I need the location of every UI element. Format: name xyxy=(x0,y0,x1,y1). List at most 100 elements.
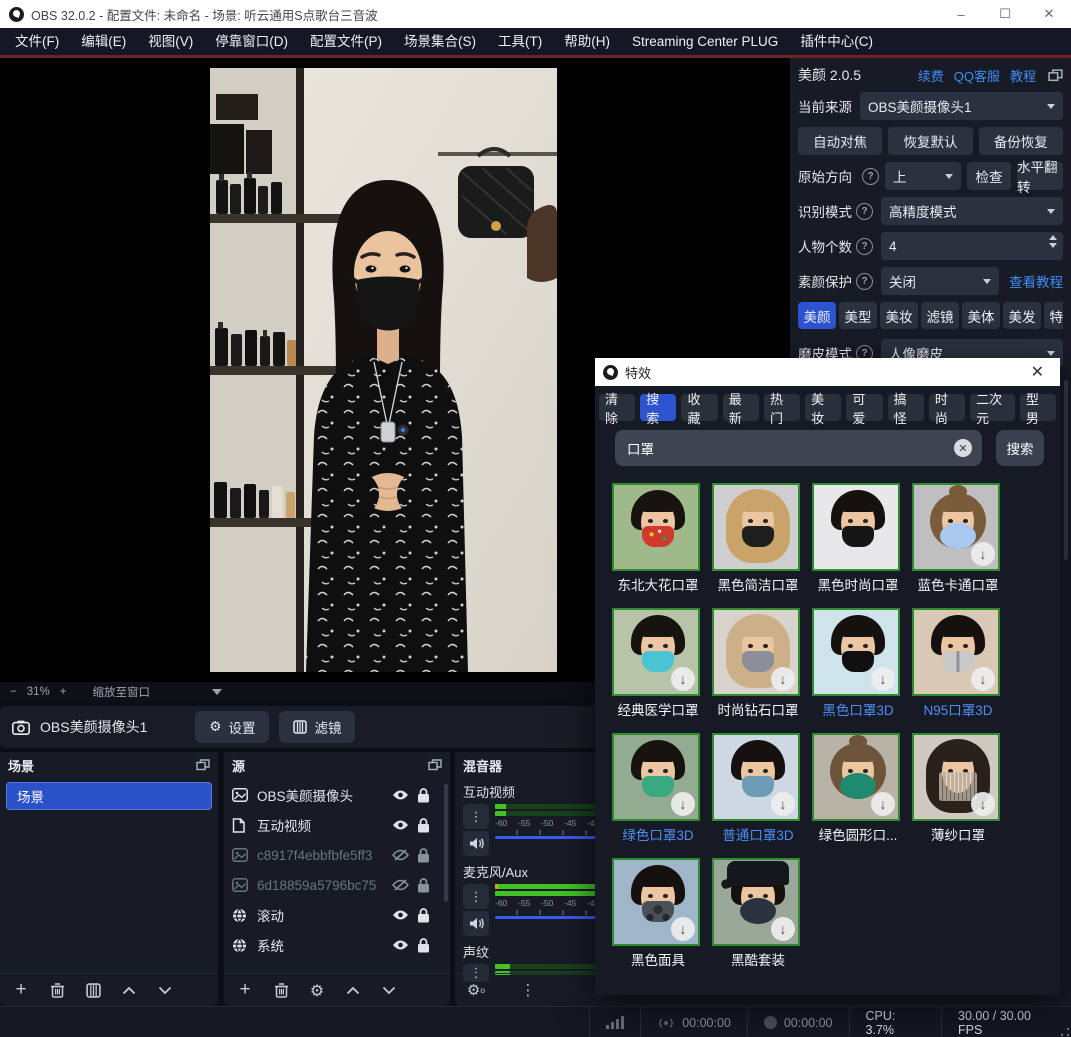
effects-tab-搞怪[interactable]: 搞怪 xyxy=(888,394,924,421)
source-up-button[interactable] xyxy=(344,981,362,999)
orientation-select[interactable]: 上 xyxy=(885,162,961,190)
download-icon[interactable]: ↓ xyxy=(871,792,895,816)
menu-item[interactable]: 工具(T) xyxy=(487,28,553,55)
effect-item[interactable]: 黑色简洁口罩 xyxy=(712,483,804,594)
sources-scrollbar[interactable] xyxy=(444,784,448,902)
source-row[interactable]: 系统 xyxy=(224,930,442,960)
source-row[interactable]: OBS美颜摄像头 xyxy=(224,780,442,810)
flip-horizontal-button[interactable]: 水平翻转 xyxy=(1017,162,1063,190)
menu-item[interactable]: Streaming Center PLUG xyxy=(621,28,789,55)
source-row[interactable]: 滚动 xyxy=(224,900,442,930)
effects-tab-二次元[interactable]: 二次元 xyxy=(970,394,1015,421)
resize-grip[interactable] xyxy=(1061,1028,1069,1036)
visibility-eye-off-icon[interactable] xyxy=(392,849,409,861)
beauty-tab-美体[interactable]: 美体 xyxy=(962,302,1000,329)
zoom-fit-caret-icon[interactable] xyxy=(212,689,222,695)
menu-item[interactable]: 编辑(E) xyxy=(70,28,137,55)
person-count-stepper[interactable]: 4 xyxy=(881,232,1063,260)
lock-icon[interactable] xyxy=(417,818,434,833)
add-scene-button[interactable]: + xyxy=(12,981,30,999)
effect-item[interactable]: ↓薄纱口罩 xyxy=(912,733,1004,844)
effects-search-input[interactable]: 口罩 ✕ xyxy=(615,430,982,466)
effect-item[interactable]: ↓绿色口罩3D xyxy=(612,733,704,844)
effect-item[interactable]: ↓黑酷套装 xyxy=(712,858,804,969)
scene-up-button[interactable] xyxy=(120,981,138,999)
beauty-tab-滤镜[interactable]: 滤镜 xyxy=(921,302,959,329)
menu-item[interactable]: 配置文件(P) xyxy=(299,28,393,55)
clear-search-icon[interactable]: ✕ xyxy=(954,439,972,457)
effects-tab-美妆[interactable]: 美妆 xyxy=(805,394,841,421)
visibility-eye-off-icon[interactable] xyxy=(392,879,409,891)
download-icon[interactable]: ↓ xyxy=(671,792,695,816)
popout-icon[interactable] xyxy=(428,759,442,771)
beauty-scrollbar[interactable] xyxy=(1064,380,1068,560)
help-icon[interactable]: ? xyxy=(856,273,873,290)
effect-item[interactable]: ↓经典医学口罩 xyxy=(612,608,704,719)
effect-item[interactable]: ↓黑色口罩3D xyxy=(812,608,904,719)
effects-tab-热门[interactable]: 热门 xyxy=(764,394,800,421)
minimize-button[interactable]: – xyxy=(939,0,983,28)
qq-support-link[interactable]: QQ客服 xyxy=(954,66,1000,85)
effect-item[interactable]: 东北大花口罩 xyxy=(612,483,704,594)
help-icon[interactable]: ? xyxy=(862,168,879,185)
maximize-button[interactable]: ☐ xyxy=(983,0,1027,28)
remove-source-button[interactable] xyxy=(272,981,290,999)
menu-item[interactable]: 场景集合(S) xyxy=(393,28,487,55)
source-row[interactable]: 互动视频 xyxy=(224,810,442,840)
visibility-eye-icon[interactable] xyxy=(392,789,409,801)
popout-icon[interactable] xyxy=(196,759,210,771)
scene-item-selected[interactable]: 场景 xyxy=(6,782,212,810)
lock-icon[interactable] xyxy=(417,848,434,863)
restore-default-button[interactable]: 恢复默认 xyxy=(888,127,972,155)
download-icon[interactable]: ↓ xyxy=(971,792,995,816)
zoom-out-button[interactable]: − xyxy=(10,686,17,698)
download-icon[interactable]: ↓ xyxy=(971,542,995,566)
beauty-tab-美发[interactable]: 美发 xyxy=(1003,302,1041,329)
menu-item[interactable]: 视图(V) xyxy=(137,28,204,55)
download-icon[interactable]: ↓ xyxy=(671,667,695,691)
effect-item[interactable]: ↓时尚钻石口罩 xyxy=(712,608,804,719)
download-icon[interactable]: ↓ xyxy=(671,917,695,941)
effects-tab-最新[interactable]: 最新 xyxy=(723,394,759,421)
effects-search-button[interactable]: 搜索 xyxy=(996,430,1044,466)
advanced-audio-button[interactable]: ⚙o xyxy=(467,981,485,999)
effect-item[interactable]: 黑色时尚口罩 xyxy=(812,483,904,594)
speaker-icon[interactable] xyxy=(463,831,489,856)
renew-link[interactable]: 续费 xyxy=(918,66,944,85)
dialog-close-button[interactable]: ✕ xyxy=(1023,362,1052,382)
menu-item[interactable]: 插件中心(C) xyxy=(789,28,884,55)
beauty-tab-特效[interactable]: 特效 xyxy=(1044,302,1063,329)
popout-icon[interactable] xyxy=(1048,69,1063,82)
channel-menu-button[interactable]: ⋮ xyxy=(463,884,489,909)
source-properties-button[interactable]: ⚙ xyxy=(308,981,326,999)
download-icon[interactable]: ↓ xyxy=(771,792,795,816)
camera-filters-button[interactable]: 滤镜 xyxy=(279,711,355,743)
effects-tab-型男[interactable]: 型男 xyxy=(1020,394,1056,421)
lock-icon[interactable] xyxy=(417,788,434,803)
menu-item[interactable]: 停靠窗口(D) xyxy=(204,28,299,55)
menu-item[interactable]: 文件(F) xyxy=(4,28,70,55)
effect-item[interactable]: ↓N95口罩3D xyxy=(912,608,1004,719)
source-row[interactable]: c8917f4ebbfbfe5ff3 xyxy=(224,840,442,870)
menu-item[interactable]: 帮助(H) xyxy=(553,28,621,55)
effect-item[interactable]: ↓普通口罩3D xyxy=(712,733,804,844)
bareface-protect-select[interactable]: 关闭 xyxy=(881,267,999,295)
help-icon[interactable]: ? xyxy=(856,203,873,220)
visibility-eye-icon[interactable] xyxy=(392,909,409,921)
help-icon[interactable]: ? xyxy=(856,238,873,255)
backup-restore-button[interactable]: 备份恢复 xyxy=(979,127,1063,155)
zoom-in-button[interactable]: + xyxy=(60,686,67,698)
scene-down-button[interactable] xyxy=(156,981,174,999)
view-tutorial-link[interactable]: 查看教程 xyxy=(1009,271,1063,291)
effects-tab-搜索[interactable]: 搜索 xyxy=(640,394,676,421)
add-source-button[interactable]: + xyxy=(236,981,254,999)
channel-menu-button[interactable]: ⋮ xyxy=(463,804,489,829)
remove-scene-button[interactable] xyxy=(48,981,66,999)
lock-icon[interactable] xyxy=(417,938,434,953)
lock-icon[interactable] xyxy=(417,878,434,893)
scene-filters-button[interactable] xyxy=(84,981,102,999)
download-icon[interactable]: ↓ xyxy=(771,667,795,691)
check-button[interactable]: 检查 xyxy=(967,162,1011,190)
visibility-eye-icon[interactable] xyxy=(392,939,409,951)
beauty-tab-美妆[interactable]: 美妆 xyxy=(880,302,918,329)
